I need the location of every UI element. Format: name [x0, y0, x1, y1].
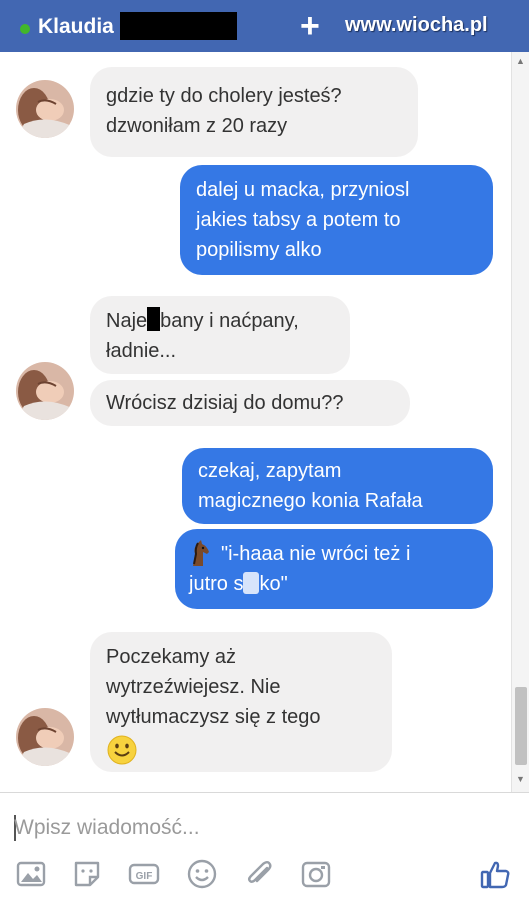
message-line: jutro s ko" [189, 569, 479, 599]
avatar[interactable] [16, 708, 74, 766]
avatar[interactable] [16, 80, 74, 138]
message-bubble-incoming[interactable]: Wrócisz dzisiaj do domu?? [90, 380, 410, 426]
scrollbar[interactable]: ▲ ▼ [511, 52, 529, 792]
smile-emoji-icon [107, 735, 137, 765]
horse-emoji-icon [193, 540, 209, 566]
message-text: bany i naćpany, [160, 310, 299, 332]
thumbs-up-icon [480, 861, 510, 889]
avatar-photo-icon [16, 80, 74, 138]
sticker-icon [74, 861, 100, 887]
camera-icon [301, 861, 331, 888]
scroll-up-icon[interactable]: ▲ [516, 56, 525, 66]
message-bubble-outgoing[interactable]: "i-haaa nie wróci też i jutro s ko" [175, 529, 493, 609]
message-line: Wrócisz dzisiaj do domu?? [106, 392, 344, 414]
message-bubble-outgoing[interactable]: dalej u macka, przyniosl jakies tabsy a … [180, 165, 493, 275]
message-line: magicznego konia Rafała [198, 490, 423, 512]
avatar-photo-icon [16, 708, 74, 766]
message-bubble-incoming[interactable]: Poczekamy aż wytrzeźwiejesz. Nie wytłuma… [90, 632, 392, 772]
like-button[interactable] [478, 857, 512, 891]
message-line: wytłumaczysz się z tego [106, 706, 321, 728]
message-line: Poczekamy aż [106, 646, 237, 668]
add-icon[interactable]: + [300, 6, 320, 46]
gif-icon: GIF [128, 863, 160, 885]
contact-name[interactable]: Klaudia [38, 15, 114, 39]
emoji-button[interactable] [185, 857, 219, 891]
message-line: jakies tabsy a potem to [196, 209, 401, 231]
message-line: czekaj, zapytam [198, 460, 342, 482]
photo-icon [16, 861, 46, 887]
redaction-bar [120, 12, 237, 40]
emoji-icon [187, 859, 217, 889]
camera-button[interactable] [299, 857, 333, 891]
message-list: gdzie ty do cholery jesteś? dzwoniłam z … [0, 52, 529, 792]
sticker-button[interactable] [70, 857, 104, 891]
message-text: Naje [106, 310, 148, 332]
avatar-photo-icon [16, 362, 74, 420]
gif-button[interactable]: GIF [127, 857, 161, 891]
message-line: wytrzeźwiejesz. Nie [106, 676, 281, 698]
message-line: dalej u macka, przyniosl [196, 179, 410, 201]
message-bubble-incoming[interactable]: Naje bany i naćpany, ładnie... [90, 296, 350, 374]
message-line: popilismy alko [196, 239, 322, 261]
message-text: jutro s [189, 573, 244, 595]
message-text: "i-haaa nie wróci też i [221, 543, 411, 565]
message-line: ładnie... [106, 340, 177, 362]
message-bubble-incoming[interactable]: gdzie ty do cholery jesteś? dzwoniłam z … [90, 67, 418, 157]
gif-label: GIF [136, 871, 153, 882]
message-bubble-outgoing[interactable]: czekaj, zapytam magicznego konia Rafała [182, 448, 493, 524]
avatar[interactable] [16, 362, 74, 420]
message-composer: GIF [0, 792, 529, 900]
watermark: www.wiocha.pl [345, 14, 488, 36]
censor-block [147, 307, 161, 331]
message-line: "i-haaa nie wróci też i [189, 539, 479, 569]
censor-block [243, 572, 260, 594]
chat-header: Klaudia + www.wiocha.pl [0, 0, 529, 52]
message-text: ko" [259, 573, 288, 595]
scroll-thumb[interactable] [515, 687, 527, 765]
photo-button[interactable] [14, 857, 48, 891]
attachment-button[interactable] [242, 857, 276, 891]
message-line: gdzie ty do cholery jesteś? [106, 85, 342, 107]
message-input[interactable] [14, 811, 504, 845]
attachment-icon [248, 861, 272, 883]
online-status-icon [20, 24, 30, 34]
scroll-down-icon[interactable]: ▼ [516, 774, 525, 784]
message-line: dzwoniłam z 20 razy [106, 115, 288, 137]
message-line: Naje bany i naćpany, [106, 306, 334, 336]
